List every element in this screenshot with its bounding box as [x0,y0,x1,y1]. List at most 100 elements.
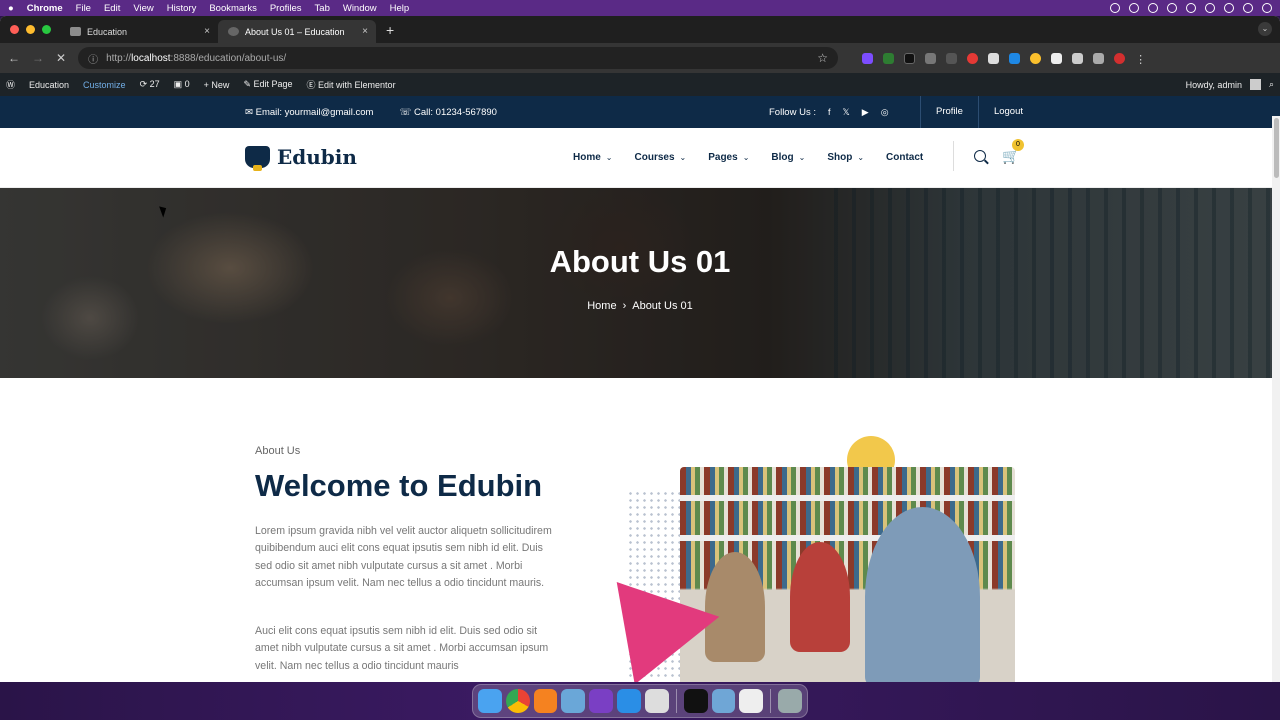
wp-search-icon[interactable]: ⌕ [1269,79,1274,90]
menu-file[interactable]: File [76,3,91,14]
extension-icon[interactable] [925,52,937,64]
profile-avatar-icon[interactable] [1114,52,1126,64]
control-center-icon[interactable] [1243,3,1253,13]
cart-icon[interactable]: 🛒 0 [1002,138,1024,165]
extension-icon[interactable] [1009,52,1021,64]
nav-label: Home [573,152,601,163]
extension-icon[interactable] [904,52,916,64]
apple-menu-icon[interactable]: ● [8,3,14,14]
wifi-icon[interactable] [1205,3,1215,13]
nav-label: Courses [634,152,675,163]
url-field[interactable]: ⓘ http://localhost:8888/education/about-… [78,47,839,69]
app-icon[interactable] [561,689,586,713]
wp-updates[interactable]: ⟳ 27 [140,79,160,90]
volume-icon[interactable] [1148,3,1158,13]
tab-education[interactable]: Education × [60,20,218,43]
new-tab-button[interactable]: + [386,22,394,38]
page-hero: About Us 01 Home › About Us 01 [0,188,1280,378]
extension-icon[interactable] [1051,52,1063,64]
breadcrumb-separator-icon: › [622,300,627,312]
wp-customize[interactable]: Customize [83,80,126,90]
extensions-puzzle-icon[interactable] [1072,52,1084,64]
logout-link[interactable]: Logout [977,96,1038,128]
extension-icon[interactable] [1030,52,1042,64]
menu-profiles[interactable]: Profiles [270,3,302,14]
app-icon[interactable] [711,689,736,713]
app-icon[interactable] [644,689,669,713]
site-info-icon[interactable]: ⓘ [88,51,98,66]
menu-bookmarks[interactable]: Bookmarks [209,3,257,14]
menu-edit[interactable]: Edit [104,3,120,14]
extension-icon[interactable] [883,52,895,64]
facebook-icon[interactable]: f [828,107,831,117]
chrome-icon[interactable] [505,689,530,713]
terminal-icon[interactable] [683,689,708,713]
siri-icon[interactable] [1262,3,1272,13]
finder-icon[interactable] [478,689,502,713]
zoom-window-icon[interactable] [42,25,51,34]
minimize-window-icon[interactable] [26,25,35,34]
menu-window[interactable]: Window [343,3,377,14]
wp-comments[interactable]: ▣ 0 [174,79,190,90]
wp-edit-elementor[interactable]: Ⓔ Edit with Elementor [307,78,396,91]
record-icon[interactable] [1110,3,1120,13]
extension-icon[interactable] [967,52,979,64]
spotlight-icon[interactable] [1224,3,1234,13]
back-icon[interactable]: ← [8,51,20,65]
instagram-icon[interactable]: ◎ [881,107,889,118]
wp-edit-page[interactable]: ✎ Edit Page [243,79,292,90]
extension-icon[interactable] [988,52,1000,64]
menu-tab[interactable]: Tab [315,3,330,14]
nav-contact[interactable]: Contact [886,152,923,163]
nav-blog[interactable]: Blog ⌄ [771,152,805,163]
reading-list-icon[interactable] [1093,52,1105,64]
page-scrollbar[interactable] [1272,116,1280,682]
profile-link[interactable]: Profile [920,96,978,128]
wp-howdy[interactable]: Howdy, admin [1186,80,1242,90]
search-icon[interactable] [974,150,986,162]
scrollbar-thumb[interactable] [1273,118,1279,178]
battery-icon[interactable] [1186,3,1196,13]
extension-icon[interactable] [946,52,958,64]
menu-help[interactable]: Help [390,3,410,14]
focus-icon[interactable] [1129,3,1139,13]
close-window-icon[interactable] [10,25,19,34]
tab-search-icon[interactable]: ⌄ [1258,22,1272,36]
nav-shop[interactable]: Shop ⌄ [827,152,864,163]
admin-avatar[interactable] [1249,79,1261,90]
nav-pages[interactable]: Pages ⌄ [708,152,749,163]
menu-view[interactable]: View [133,3,153,14]
stop-loading-icon[interactable]: ✕ [56,51,66,65]
skype-icon[interactable] [617,689,641,713]
sublime-text-icon[interactable] [533,689,558,713]
menu-history[interactable]: History [167,3,197,14]
wordpress-logo-icon[interactable]: Ⓦ [6,78,15,91]
topbar-email[interactable]: ✉ Email: yourmail@gmail.com [245,107,373,118]
trash-icon[interactable] [778,689,802,713]
shelf [680,495,1015,501]
extension-icon[interactable] [862,52,874,64]
browser-window: Education × About Us 01 – Education × + … [0,16,1280,682]
wp-site-name[interactable]: Education [29,80,69,90]
menu-app-chrome[interactable]: Chrome [27,3,63,14]
nav-courses[interactable]: Courses ⌄ [635,152,687,163]
close-tab-icon[interactable]: × [204,26,210,37]
breadcrumb: Home › About Us 01 [0,300,1280,312]
x-twitter-icon[interactable]: 𝕏 [843,107,850,118]
macos-dock [472,684,808,718]
github-desktop-icon[interactable] [589,689,614,713]
wp-new[interactable]: + New [204,80,230,90]
edit-page-label: Edit Page [253,79,293,89]
site-logo[interactable]: Edubin [245,145,357,171]
close-tab-icon[interactable]: × [362,26,368,37]
preview-icon[interactable] [739,689,764,713]
youtube-icon[interactable]: ▶ [862,107,869,118]
chrome-menu-icon[interactable]: ⋮ [1135,53,1146,66]
topbar-phone[interactable]: ☏ Call: 01234-567890 [399,107,496,118]
nav-home[interactable]: Home ⌄ [573,152,613,163]
forward-icon[interactable]: → [32,51,44,65]
bluetooth-icon[interactable] [1167,3,1177,13]
tab-about-us[interactable]: About Us 01 – Education × [218,20,376,43]
breadcrumb-home[interactable]: Home [587,300,616,312]
bookmark-star-icon[interactable]: ☆ [817,51,828,65]
